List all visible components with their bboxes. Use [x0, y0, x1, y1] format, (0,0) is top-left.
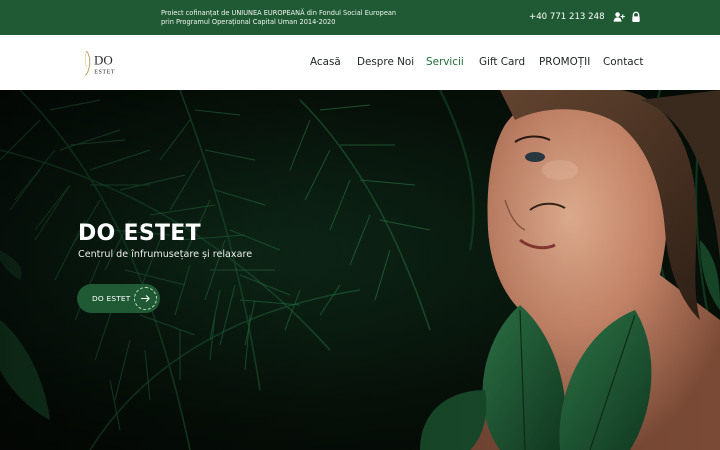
phone-link[interactable]: +40 771 213 248 — [529, 12, 605, 22]
nav-item-gift-card[interactable]: Gift Card — [479, 56, 525, 68]
nav-item-contact[interactable]: Contact — [603, 56, 643, 68]
nav-item-promotii[interactable]: PROMOȚII — [539, 56, 590, 68]
do-estet-logo[interactable]: DO ESTET — [82, 49, 128, 77]
eu-funding-notice-line-1: Proiect cofinanțat de UNIUNEA EUROPEANĂ … — [161, 9, 397, 17]
eu-funding-notice-line-2: prin Programul Operațional Capital Uman … — [161, 18, 336, 26]
nav-item-despre-noi[interactable]: Despre Noi — [357, 56, 414, 68]
logo-text-bottom: ESTET — [94, 70, 115, 76]
nav-item-acasa[interactable]: Acasă — [310, 56, 341, 68]
main-navbar: DO ESTET Acasă Despre Noi Servicii Gift … — [0, 35, 720, 90]
eu-funding-notice: Proiect cofinanțat de UNIUNEA EUROPEANĂ … — [161, 9, 411, 27]
hero-title: DO ESTET — [78, 221, 201, 246]
nav-item-servicii[interactable]: Servicii — [426, 56, 464, 68]
logo-text-top: DO — [94, 53, 113, 68]
hero-cta-button[interactable]: DO ESTET — [77, 284, 160, 313]
hero-section: DO ESTET Centrul de înfrumusețare și rel… — [0, 90, 720, 450]
hero-background-image — [0, 90, 720, 450]
hero-subtitle: Centrul de înfrumusețare și relaxare — [78, 249, 253, 260]
lock-icon[interactable] — [630, 11, 642, 23]
add-user-icon[interactable] — [613, 11, 625, 23]
arrow-right-icon — [134, 287, 157, 310]
top-bar: Proiect cofinanțat de UNIUNEA EUROPEANĂ … — [0, 0, 720, 35]
hero-cta-label: DO ESTET — [92, 294, 131, 303]
